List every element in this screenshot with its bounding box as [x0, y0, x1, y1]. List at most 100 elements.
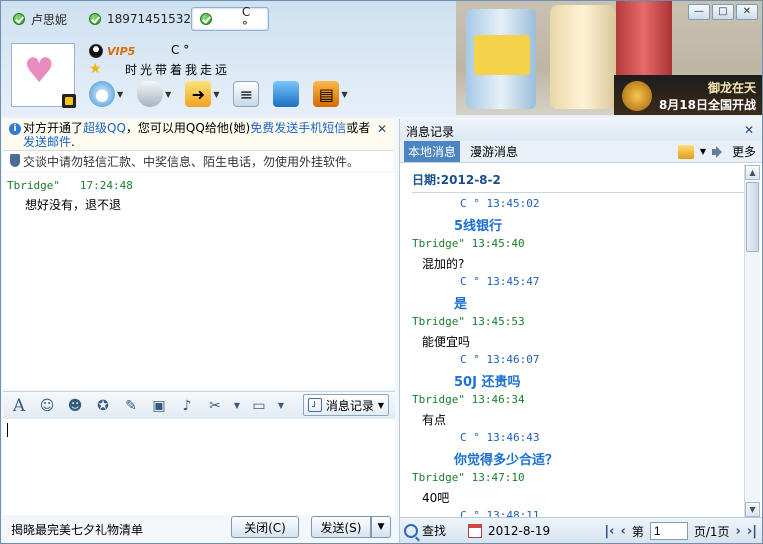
- heart-icon: ♥: [24, 51, 55, 91]
- ad-line-1: 御龙在天: [707, 81, 756, 95]
- scroll-down-icon[interactable]: ▼: [745, 502, 760, 517]
- super-qq-link[interactable]: 超级QQ: [83, 121, 126, 135]
- message-history-button[interactable]: 消息记录 ▼: [302, 394, 389, 416]
- message-header: Tbridge" 17:24:48: [7, 179, 391, 192]
- chevron-down-icon[interactable]: ▼: [213, 90, 219, 99]
- scroll-thumb[interactable]: [746, 182, 759, 252]
- doodle-icon[interactable]: ✎: [121, 396, 141, 416]
- history-message-peer: 混加的?: [422, 257, 465, 271]
- tab-label: 18971451532: [107, 12, 191, 26]
- qq-chat-window: 卢思妮 18971451532 C ° 御龙在天 8月18日全国开战 — □ ✕…: [0, 0, 763, 544]
- toolbox-icon[interactable]: ▭: [249, 396, 269, 416]
- history-message-self: 50J 还贵吗: [454, 375, 521, 390]
- clock-icon: [307, 398, 322, 412]
- image-icon[interactable]: ▣: [149, 396, 169, 416]
- apps-button[interactable]: ▤ ▼: [313, 81, 348, 107]
- more-button[interactable]: 更多: [732, 143, 756, 160]
- history-header-self: C ° 13:45:47: [460, 275, 540, 288]
- tab-local-messages[interactable]: 本地消息: [404, 141, 461, 162]
- qq-show-badge-icon: [62, 94, 76, 108]
- search-icon[interactable]: [404, 523, 418, 538]
- info-icon: i: [9, 123, 21, 135]
- history-header-self: C ° 13:48:11: [460, 509, 540, 517]
- send-file-button[interactable]: ➜ ▼: [185, 81, 219, 107]
- shake-icon[interactable]: ✪: [93, 396, 113, 416]
- star-icon[interactable]: ★: [89, 61, 102, 77]
- history-date-picker[interactable]: 2012-8-19: [488, 524, 550, 538]
- next-page-icon[interactable]: ›: [736, 524, 741, 539]
- history-header-peer: Tbridge" 13:47:10: [412, 471, 525, 484]
- ad-line-2: 8月18日全国开战: [658, 98, 756, 112]
- game-emblem-icon: [622, 81, 652, 111]
- screenshot-scissors-icon[interactable]: ✂: [205, 396, 225, 416]
- history-header-peer: Tbridge" 13:45:53: [412, 315, 525, 328]
- message-input[interactable]: [3, 419, 395, 515]
- send-button[interactable]: 发送(S): [311, 516, 371, 538]
- chevron-down-icon[interactable]: ▼: [233, 396, 241, 416]
- history-panel: 消息记录 ✕ 本地消息 漫游消息 ▼ 更多 日期:2012-8-2 C ° 13…: [399, 119, 762, 543]
- send-email-link[interactable]: 发送邮件: [23, 135, 71, 149]
- history-header-self: C ° 13:46:43: [460, 431, 540, 444]
- minimize-button[interactable]: —: [688, 4, 710, 20]
- contact-avatar[interactable]: ♥: [11, 43, 76, 108]
- history-message-peer: 40吧: [422, 491, 450, 505]
- chevron-down-icon[interactable]: ▼: [117, 90, 123, 99]
- file-transfer-icon: ➜: [185, 81, 212, 107]
- vip-badge[interactable]: VIP5: [89, 44, 135, 58]
- speaker-icon[interactable]: [711, 145, 726, 159]
- history-footer: 查找 2012-8-19 |‹ ‹ 第 页/1页 › ›|: [400, 517, 762, 543]
- video-call-button[interactable]: ● ▼: [89, 81, 123, 107]
- last-page-icon[interactable]: ›|: [747, 524, 757, 539]
- close-window-button[interactable]: ✕: [736, 4, 758, 20]
- promo-link[interactable]: 揭晓最完美七夕礼物清单: [11, 521, 143, 538]
- conversation-tabs: 卢思妮 18971451532 C °: [1, 1, 461, 37]
- first-page-icon[interactable]: |‹: [604, 524, 614, 539]
- message-display[interactable]: Tbridge" 17:24:48 想好没有，退不退: [3, 173, 395, 389]
- history-message-peer: 能便宜吗: [422, 335, 471, 349]
- pager: |‹ ‹ 第 页/1页 › ›|: [604, 522, 757, 540]
- tab-contact-2[interactable]: 18971451532: [81, 7, 199, 31]
- voice-call-button[interactable]: ▼: [137, 81, 171, 107]
- maximize-button[interactable]: □: [712, 4, 734, 20]
- window-controls: — □ ✕: [688, 4, 758, 20]
- penguin-icon: [89, 44, 103, 58]
- scroll-up-icon[interactable]: ▲: [745, 165, 760, 180]
- chevron-down-icon[interactable]: ▼: [341, 90, 347, 99]
- free-sms-link[interactable]: 免费发送手机短信: [250, 121, 346, 135]
- chevron-down-icon[interactable]: ▼: [277, 396, 285, 416]
- chat-add-icon: ≡: [233, 81, 260, 107]
- tab-contact-1[interactable]: 卢思妮: [5, 7, 75, 31]
- music-icon[interactable]: ♪: [177, 396, 197, 416]
- history-header-self: C ° 13:45:02: [460, 197, 540, 210]
- multi-chat-button[interactable]: ≡: [233, 81, 260, 107]
- tab-contact-3-active[interactable]: C °: [191, 5, 269, 33]
- send-options-button[interactable]: ▼: [371, 516, 391, 538]
- chevron-down-icon[interactable]: ▼: [700, 147, 706, 156]
- history-list[interactable]: 日期:2012-8-2 C ° 13:45:02 5线银行 Tbridge" 1…: [400, 165, 744, 517]
- banner-bus-art: [474, 35, 530, 75]
- page-number-input[interactable]: [649, 522, 688, 540]
- page-label: 第: [631, 524, 644, 539]
- bottom-bar: 揭晓最完美七夕礼物清单 关闭(C) 发送(S) ▼: [3, 515, 395, 543]
- close-notice-button[interactable]: ✕: [377, 122, 387, 136]
- input-toolbar: A ☺ ☻ ✪ ✎ ▣ ♪ ✂ ▼ ▭ ▼ 消息记录 ▼: [3, 391, 395, 419]
- magic-face-icon[interactable]: ☻: [65, 396, 85, 416]
- prev-page-icon[interactable]: ‹: [620, 524, 625, 539]
- emoji-icon[interactable]: ☺: [37, 396, 57, 416]
- chevron-down-icon[interactable]: ▼: [165, 90, 171, 99]
- history-scrollbar[interactable]: ▲ ▼: [744, 165, 760, 517]
- notice-text: 或者: [346, 121, 371, 135]
- tab-roaming-messages[interactable]: 漫游消息: [466, 141, 522, 162]
- close-button[interactable]: 关闭(C): [231, 516, 299, 538]
- game-ad[interactable]: 御龙在天 8月18日全国开战: [614, 75, 762, 115]
- manager-icon[interactable]: [677, 144, 694, 159]
- calendar-icon[interactable]: [468, 523, 483, 538]
- history-panel-title: 消息记录: [406, 125, 455, 139]
- remote-assist-button[interactable]: [273, 81, 300, 107]
- history-header-self: C ° 13:46:07: [460, 353, 540, 366]
- font-icon[interactable]: A: [9, 396, 29, 416]
- tab-label: C °: [241, 5, 251, 33]
- close-history-button[interactable]: ✕: [744, 123, 754, 137]
- search-button[interactable]: 查找: [422, 522, 446, 539]
- shield-icon: [10, 154, 20, 167]
